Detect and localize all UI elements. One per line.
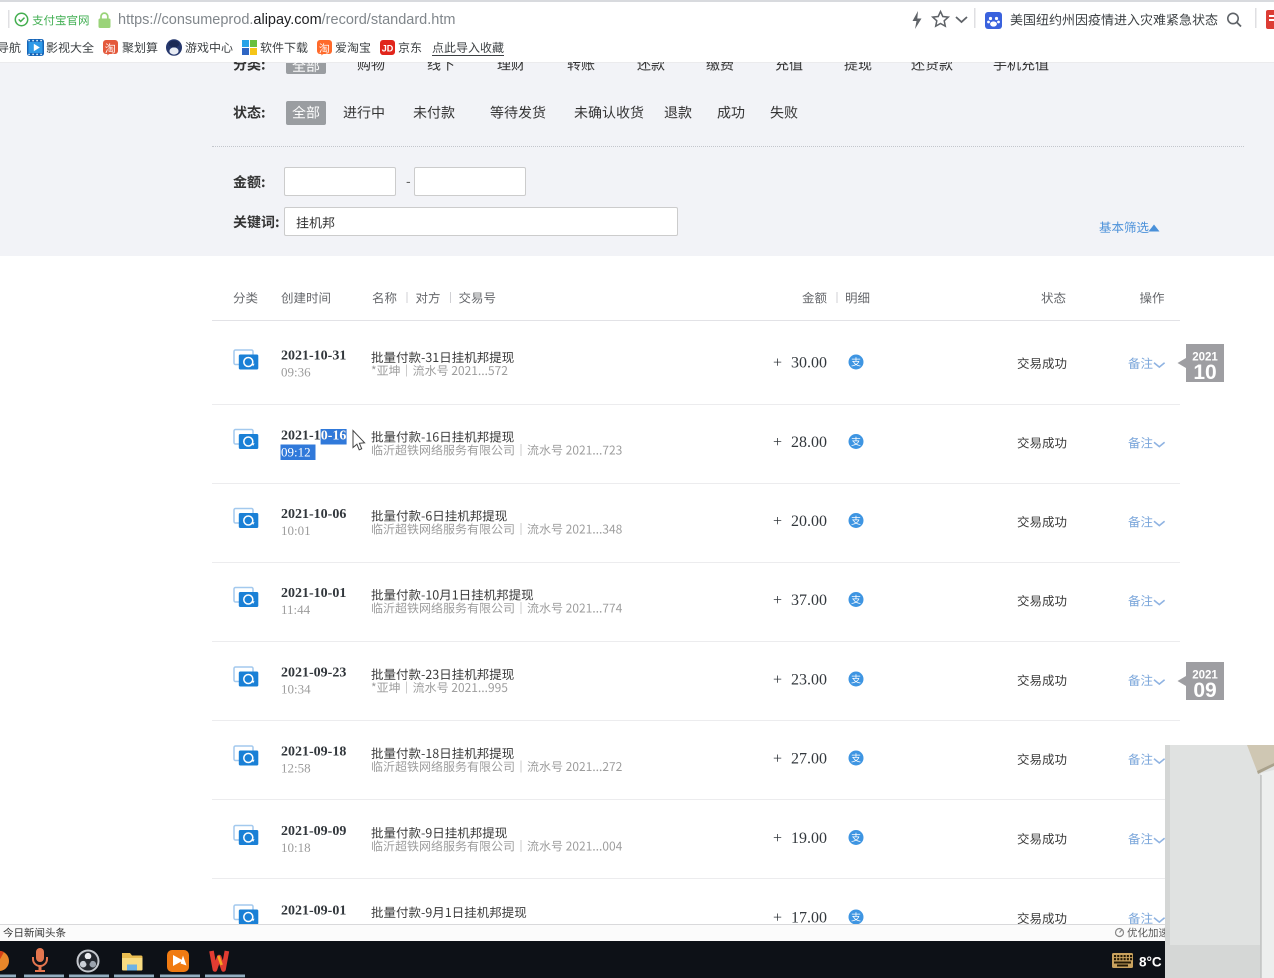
svg-text:+: +: [773, 830, 782, 847]
svg-text:19.00: 19.00: [791, 830, 827, 847]
svg-text:2021-09-18: 2021-09-18: [281, 745, 346, 760]
svg-text:10:34: 10:34: [281, 682, 311, 697]
svg-text:2021-09-23: 2021-09-23: [281, 666, 346, 681]
svg-text:2021: 2021: [1192, 352, 1218, 364]
svg-text:30.00: 30.00: [791, 355, 827, 372]
svg-text:11:44: 11:44: [281, 602, 311, 617]
svg-text:27.00: 27.00: [791, 751, 827, 768]
svg-text:20.00: 20.00: [791, 513, 827, 530]
svg-text:23.00: 23.00: [791, 672, 827, 689]
svg-text:2021-09-09: 2021-09-09: [281, 824, 346, 839]
svg-text:2021-09-01: 2021-09-01: [281, 904, 346, 919]
svg-text:10: 10: [1193, 361, 1216, 384]
svg-text:+: +: [773, 513, 782, 530]
svg-text:09:36: 09:36: [281, 365, 311, 380]
svg-text:2021: 2021: [1192, 670, 1218, 682]
svg-text:+: +: [773, 592, 782, 609]
svg-text:JD: JD: [382, 44, 394, 54]
svg-text:12:58: 12:58: [281, 761, 311, 776]
svg-text:+: +: [773, 751, 782, 768]
svg-text:+: +: [773, 434, 782, 451]
svg-text:2021-10-01: 2021-10-01: [281, 586, 346, 601]
svg-text:0-16: 0-16: [321, 429, 347, 444]
svg-text:28.00: 28.00: [791, 434, 827, 451]
svg-text:09: 09: [1193, 679, 1216, 702]
svg-text:09:12: 09:12: [281, 445, 311, 460]
svg-text:37.00: 37.00: [791, 592, 827, 609]
svg-text:+: +: [773, 672, 782, 689]
svg-text:10:18: 10:18: [281, 840, 311, 855]
svg-text:https://consumeprod.alipay.com: https://consumeprod.alipay.com/record/st…: [118, 12, 455, 28]
svg-text:2021-10-06: 2021-10-06: [281, 507, 346, 522]
svg-text:2021-10-31: 2021-10-31: [281, 349, 346, 364]
svg-text:+: +: [773, 355, 782, 372]
svg-text:2021-10-16: 2021-10-16: [281, 429, 346, 444]
svg-text:8°C: 8°C: [1139, 955, 1162, 970]
svg-text:10:01: 10:01: [281, 523, 311, 538]
